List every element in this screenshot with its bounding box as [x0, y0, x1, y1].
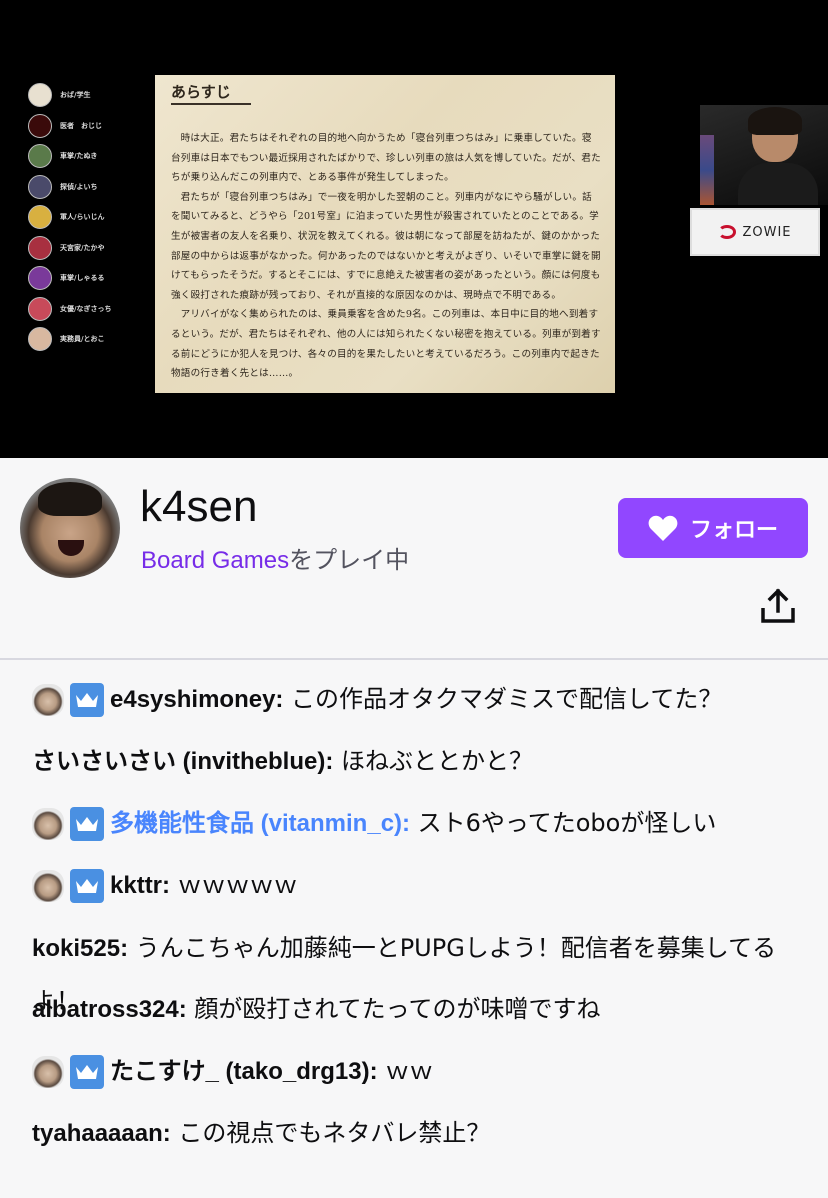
chat-username[interactable]: kkttr:	[110, 872, 170, 899]
player-entry: 医者 おじじ	[28, 111, 138, 142]
chat-message: kkttr: ｗｗｗｗｗ	[32, 854, 802, 917]
chat-panel: e4syshimoney: この作品オタクマダミスで配信してた？ さいさいさい (…	[0, 660, 828, 1198]
user-badge-icon[interactable]	[32, 684, 64, 716]
crown-badge-icon[interactable]	[70, 807, 104, 841]
player-entry: 車掌/たぬき	[28, 141, 138, 172]
chat-username[interactable]: koki525:	[32, 935, 128, 962]
player-name: 実務員/とおこ	[60, 335, 105, 344]
document-paragraph: アリバイがなく集められたのは、乗員乗客を含めた9名。この列車は、本日中に目的地へ…	[171, 309, 601, 380]
player-avatar	[28, 174, 52, 199]
player-entry: 車掌/しゃるる	[28, 263, 138, 294]
player-avatar	[28, 113, 52, 138]
webcam-overlay	[700, 105, 828, 205]
playing-line: Board Gamesをプレイ中	[141, 540, 409, 575]
player-name: 車掌/しゃるる	[60, 274, 105, 283]
crown-badge-icon[interactable]	[70, 1055, 104, 1089]
channel-info: k4sen Board Gamesをプレイ中 フォロー	[0, 458, 828, 658]
player-entry: 探偵/よいち	[28, 172, 138, 203]
crown-badge-icon[interactable]	[70, 869, 104, 903]
chat-message: tyahaaaaan: この視点でもネタバレ禁止？	[32, 1102, 802, 1165]
chat-message: albatross324: 顔が殴打されてたってのが味噌ですね	[32, 978, 802, 1041]
player-name: 女優/なぎさっち	[60, 304, 112, 313]
document-paragraph: 君たちが「寝台列車つちはみ」で一夜を明かした翌朝のこと。列車内がなにやら騒がしい…	[171, 191, 601, 301]
player-name: おば/学生	[60, 91, 91, 100]
crown-badge-icon[interactable]	[70, 683, 104, 717]
chat-message: e4syshimoney: この作品オタクマダミスで配信してた？	[32, 668, 802, 731]
chat-username[interactable]: albatross324:	[32, 996, 187, 1023]
document-body: 時は大正。君たちはそれぞれの目的地へ向かうため「寝台列車つちはみ」に乗車していた…	[171, 129, 601, 389]
chat-text: ｗｗｗｗｗ	[170, 871, 298, 899]
channel-avatar[interactable]	[20, 478, 120, 578]
chat-username[interactable]: たこすけ_ (tako_drg13):	[110, 1058, 378, 1085]
user-badge-icon[interactable]	[32, 870, 64, 902]
user-badge-icon[interactable]	[32, 1056, 64, 1088]
player-name: 車掌/たぬき	[60, 152, 98, 161]
player-avatar	[28, 235, 52, 260]
chat-username[interactable]: さいさいさい (invitheblue):	[32, 748, 333, 775]
share-icon[interactable]	[758, 586, 798, 626]
sponsor-name: ZOWIE	[742, 224, 792, 240]
chat-username[interactable]: e4syshimoney:	[110, 686, 283, 713]
player-entry: おば/学生	[28, 80, 138, 111]
document-title: あらすじ	[171, 81, 251, 105]
story-document: あらすじ 時は大正。君たちはそれぞれの目的地へ向かうため「寝台列車つちはみ」に乗…	[155, 75, 615, 393]
avatar-mouth	[58, 540, 84, 556]
chat-text: この視点でもネタバレ禁止？	[170, 1119, 491, 1147]
player-name: 医者 おじじ	[60, 121, 102, 130]
chat-message: さいさいさい (invitheblue): ほねぶととかと？	[32, 730, 802, 793]
document-paragraph: 時は大正。君たちはそれぞれの目的地へ向かうため「寝台列車つちはみ」に乗車していた…	[171, 133, 601, 184]
player-avatar	[28, 144, 52, 169]
zowie-icon	[718, 225, 737, 239]
avatar-hair	[38, 482, 102, 516]
player-avatar	[28, 83, 52, 108]
player-name: 軍人/らいじん	[60, 213, 105, 222]
player-avatar	[28, 266, 52, 291]
follow-button[interactable]: フォロー	[618, 498, 808, 558]
chat-text: スト6やってたoboが怪しい	[410, 809, 717, 837]
player-name: 探偵/よいち	[60, 182, 98, 191]
channel-name[interactable]: k4sen	[140, 482, 257, 532]
player-entry: 軍人/らいじん	[28, 202, 138, 233]
chat-text: ほねぶととかと？	[333, 747, 533, 775]
background-poster	[700, 135, 714, 205]
user-badge-icon[interactable]	[32, 808, 64, 840]
playing-suffix: をプレイ中	[289, 546, 410, 574]
player-avatar	[28, 296, 52, 321]
streamer-hair	[748, 107, 802, 135]
follow-label: フォロー	[689, 518, 778, 543]
chat-text: この作品オタクマダミスで配信してた？	[283, 685, 723, 713]
game-link[interactable]: Board Games	[141, 547, 289, 574]
chat-message: たこすけ_ (tako_drg13): ｗｗ	[32, 1040, 802, 1103]
player-entry: 天宮家/たかや	[28, 233, 138, 264]
heart-icon	[648, 515, 678, 541]
chat-text: ｗｗ	[377, 1057, 434, 1085]
chat-text: 顔が殴打されてたってのが味噌ですね	[186, 995, 601, 1023]
sponsor-logo: ZOWIE	[690, 208, 820, 256]
player-entry: 実務員/とおこ	[28, 324, 138, 355]
player-avatar	[28, 327, 52, 352]
player-avatar	[28, 205, 52, 230]
video-player[interactable]: おば/学生 医者 おじじ 車掌/たぬき 探偵/よいち 軍人/らいじん 天宮家/た…	[0, 0, 828, 458]
chat-message: 多機能性食品 (vitanmin_c): スト6やってたoboが怪しい	[32, 792, 802, 855]
chat-username[interactable]: 多機能性食品 (vitanmin_c):	[110, 810, 410, 837]
chat-username[interactable]: tyahaaaaan:	[32, 1120, 171, 1147]
player-list: おば/学生 医者 おじじ 車掌/たぬき 探偵/よいち 軍人/らいじん 天宮家/た…	[28, 80, 138, 355]
player-name: 天宮家/たかや	[60, 243, 105, 252]
streamer-body	[738, 163, 818, 205]
player-entry: 女優/なぎさっち	[28, 294, 138, 325]
